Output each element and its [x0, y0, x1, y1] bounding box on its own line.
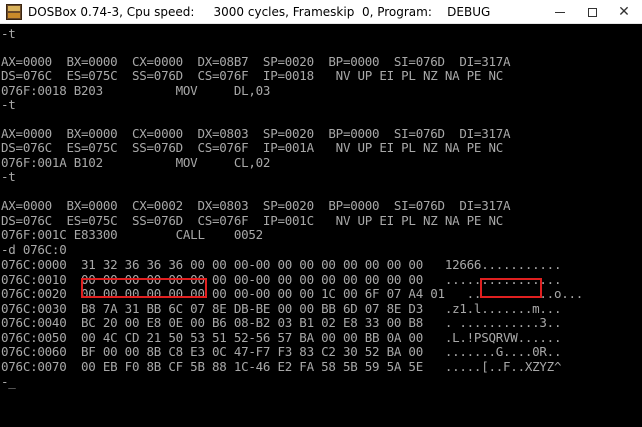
maximize-button[interactable] — [576, 0, 608, 24]
terminal-line: AX=0000 BX=0000 CX=0000 DX=0803 SP=0020 … — [1, 126, 511, 141]
close-button[interactable]: ✕ — [608, 0, 640, 24]
terminal-line: 076C:0070 00 EB F0 8B CF 5B 88 1C-46 E2 … — [1, 359, 562, 374]
terminal-line: -d 076C:0 — [1, 242, 67, 257]
terminal-line: 076F:001A B102 MOV CL,02 — [1, 155, 271, 170]
terminal-line: 076C:0040 BC 20 00 E8 0E 00 B6 08-B2 03 … — [1, 315, 562, 330]
highlight-hex-bytes — [81, 278, 207, 298]
terminal-line: 076C:0030 B8 7A 31 BB 6C 07 8E DB-BE 00 … — [1, 301, 562, 316]
terminal-line: -t — [1, 169, 16, 184]
maximize-icon — [587, 7, 597, 17]
terminal-line: AX=0000 BX=0000 CX=0002 DX=0803 SP=0020 … — [1, 198, 511, 213]
terminal-line: 076C:0050 00 4C CD 21 50 53 51 52-56 57 … — [1, 330, 562, 345]
dosbox-app-icon[interactable] — [6, 4, 22, 20]
terminal-line: DS=076C ES=075C SS=076D CS=076F IP=001A … — [1, 140, 504, 155]
terminal-line: DS=076C ES=075C SS=076D CS=076F IP=0018 … — [1, 68, 504, 83]
terminal-line: 076F:001C E83300 CALL 0052 — [1, 227, 263, 242]
terminal-line: 076C:0000 31 32 36 36 36 00 00 00-00 00 … — [1, 257, 562, 272]
terminal-line: -t — [1, 97, 16, 112]
highlight-ascii-text — [480, 278, 542, 298]
dos-terminal[interactable]: -t AX=0000 BX=0000 CX=0000 DX=08B7 SP=00… — [0, 24, 642, 427]
window-title: DOSBox 0.74-3, Cpu speed: 3000 cycles, F… — [28, 5, 491, 19]
minimize-button[interactable] — [544, 0, 576, 24]
terminal-line: AX=0000 BX=0000 CX=0000 DX=08B7 SP=0020 … — [1, 54, 511, 69]
close-icon: ✕ — [618, 4, 630, 20]
terminal-line: 076C:0060 BF 00 00 8B C8 E3 0C 47-F7 F3 … — [1, 344, 562, 359]
terminal-line: 076F:0018 B203 MOV DL,03 — [1, 83, 271, 98]
terminal-line: -t — [1, 26, 16, 41]
terminal-line: -_ — [1, 374, 16, 389]
terminal-line: DS=076C ES=075C SS=076D CS=076F IP=001C … — [1, 213, 504, 228]
minimize-icon — [555, 11, 565, 13]
title-bar[interactable]: DOSBox 0.74-3, Cpu speed: 3000 cycles, F… — [0, 0, 642, 24]
